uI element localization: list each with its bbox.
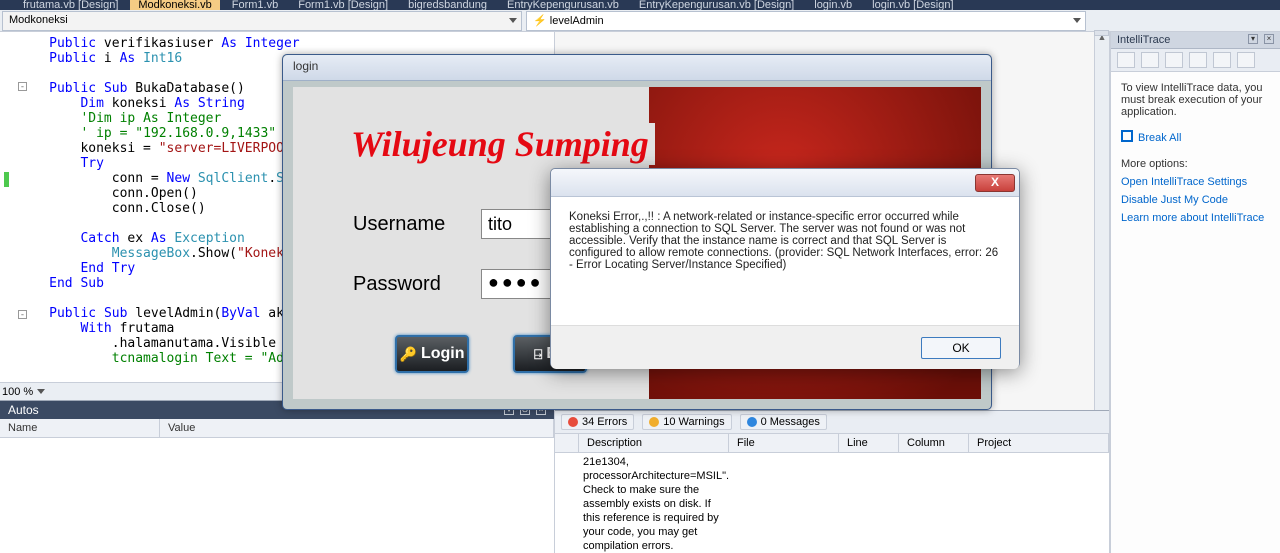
- chevron-down-icon: [1073, 18, 1081, 23]
- toolbar-button[interactable]: [1213, 52, 1231, 68]
- col-description[interactable]: Description: [579, 434, 729, 452]
- info-icon: [747, 417, 757, 427]
- zoom-value[interactable]: 100 %: [2, 386, 33, 398]
- error-icon: [568, 417, 578, 427]
- open-settings-link[interactable]: Open IntelliTrace Settings: [1121, 176, 1270, 188]
- disable-jmc-link[interactable]: Disable Just My Code: [1121, 194, 1270, 206]
- close-icon[interactable]: ×: [1264, 34, 1274, 44]
- window-menu-icon[interactable]: ▾: [1248, 34, 1258, 44]
- col-blank: [555, 434, 579, 452]
- errors-filter[interactable]: 34 Errors: [561, 414, 634, 430]
- doc-tab[interactable]: Form1.vb [Design]: [290, 0, 396, 10]
- col-file[interactable]: File: [729, 434, 839, 452]
- autos-title: Autos: [8, 403, 39, 417]
- chevron-down-icon[interactable]: [37, 389, 45, 394]
- outline-collapse-icon[interactable]: -: [18, 310, 27, 319]
- exit-icon: ⍈: [534, 346, 542, 363]
- ok-button[interactable]: OK: [921, 337, 1001, 359]
- break-all-link[interactable]: Break All: [1121, 130, 1270, 144]
- autos-panel: Autos ▾ ⊙ × Name Value: [0, 400, 554, 553]
- error-row[interactable]: 21e1304, processorArchitecture=MSIL". Ch…: [555, 453, 1109, 553]
- intro-text: To view IntelliTrace data, you must brea…: [1121, 82, 1270, 118]
- member-dropdown[interactable]: ⚡ levelAdmin: [526, 11, 1086, 31]
- col-line[interactable]: Line: [839, 434, 899, 452]
- navigation-bar: Modkoneksi ⚡ levelAdmin: [0, 10, 1280, 32]
- toolbar-button[interactable]: [1117, 52, 1135, 68]
- dialog-message: Koneksi Error,.,!! : A network-related o…: [551, 197, 1019, 325]
- outline-collapse-icon[interactable]: -: [18, 82, 27, 91]
- learn-more-link[interactable]: Learn more about IntelliTrace: [1121, 212, 1270, 224]
- warnings-filter[interactable]: 10 Warnings: [642, 414, 731, 430]
- toolbar-button[interactable]: [1165, 52, 1183, 68]
- toolbar-button[interactable]: [1237, 52, 1255, 68]
- toolbar-button[interactable]: [1141, 52, 1159, 68]
- splitter-handle[interactable]: [1094, 30, 1109, 36]
- intellitrace-title: IntelliTrace: [1117, 34, 1170, 46]
- dialog-titlebar[interactable]: X: [551, 169, 1019, 197]
- scope-dropdown[interactable]: Modkoneksi: [2, 11, 522, 31]
- document-tabs: frutama.vb [Design] Modkoneksi.vb Form1.…: [0, 0, 1280, 10]
- doc-tab[interactable]: frutama.vb [Design]: [15, 0, 126, 10]
- doc-tab[interactable]: EntryKepengurusan.vb [Design]: [631, 0, 802, 10]
- col-value[interactable]: Value: [160, 419, 554, 437]
- change-marker: [4, 172, 9, 187]
- col-column[interactable]: Column: [899, 434, 969, 452]
- intellitrace-panel: IntelliTrace ▾ × To view IntelliTrace da…: [1110, 32, 1280, 553]
- messages-filter[interactable]: 0 Messages: [740, 414, 827, 430]
- error-dialog: X Koneksi Error,.,!! : A network-related…: [550, 168, 1020, 368]
- warning-icon: [649, 417, 659, 427]
- doc-tab[interactable]: Form1.vb: [224, 0, 286, 10]
- login-button[interactable]: 🔑Login: [395, 335, 469, 373]
- vertical-scrollbar[interactable]: ▲: [1094, 32, 1109, 410]
- scope-label: Modkoneksi: [9, 14, 68, 26]
- member-label: levelAdmin: [550, 15, 604, 27]
- chevron-down-icon: [509, 18, 517, 23]
- autos-body: [0, 438, 554, 553]
- toolbar-button[interactable]: [1189, 52, 1207, 68]
- doc-tab[interactable]: login.vb: [806, 0, 860, 10]
- doc-tab[interactable]: EntryKepengurusan.vb: [499, 0, 627, 10]
- login-window-title[interactable]: login: [283, 55, 991, 81]
- doc-tab[interactable]: bigredsbandung: [400, 0, 495, 10]
- col-project[interactable]: Project: [969, 434, 1109, 452]
- col-name[interactable]: Name: [0, 419, 160, 437]
- dialog-close-button[interactable]: X: [975, 174, 1015, 192]
- more-options-label: More options:: [1121, 158, 1270, 170]
- key-icon: 🔑: [400, 346, 417, 363]
- error-list-panel: 34 Errors 10 Warnings 0 Messages Descrip…: [555, 410, 1109, 553]
- password-label: Password: [353, 273, 441, 296]
- doc-tab-active[interactable]: Modkoneksi.vb: [130, 0, 219, 10]
- welcome-heading: Wilujeung Sumping: [351, 123, 655, 165]
- doc-tab[interactable]: login.vb [Design]: [864, 0, 961, 10]
- error-description: 21e1304, processorArchitecture=MSIL". Ch…: [583, 455, 728, 553]
- username-label: Username: [353, 213, 445, 236]
